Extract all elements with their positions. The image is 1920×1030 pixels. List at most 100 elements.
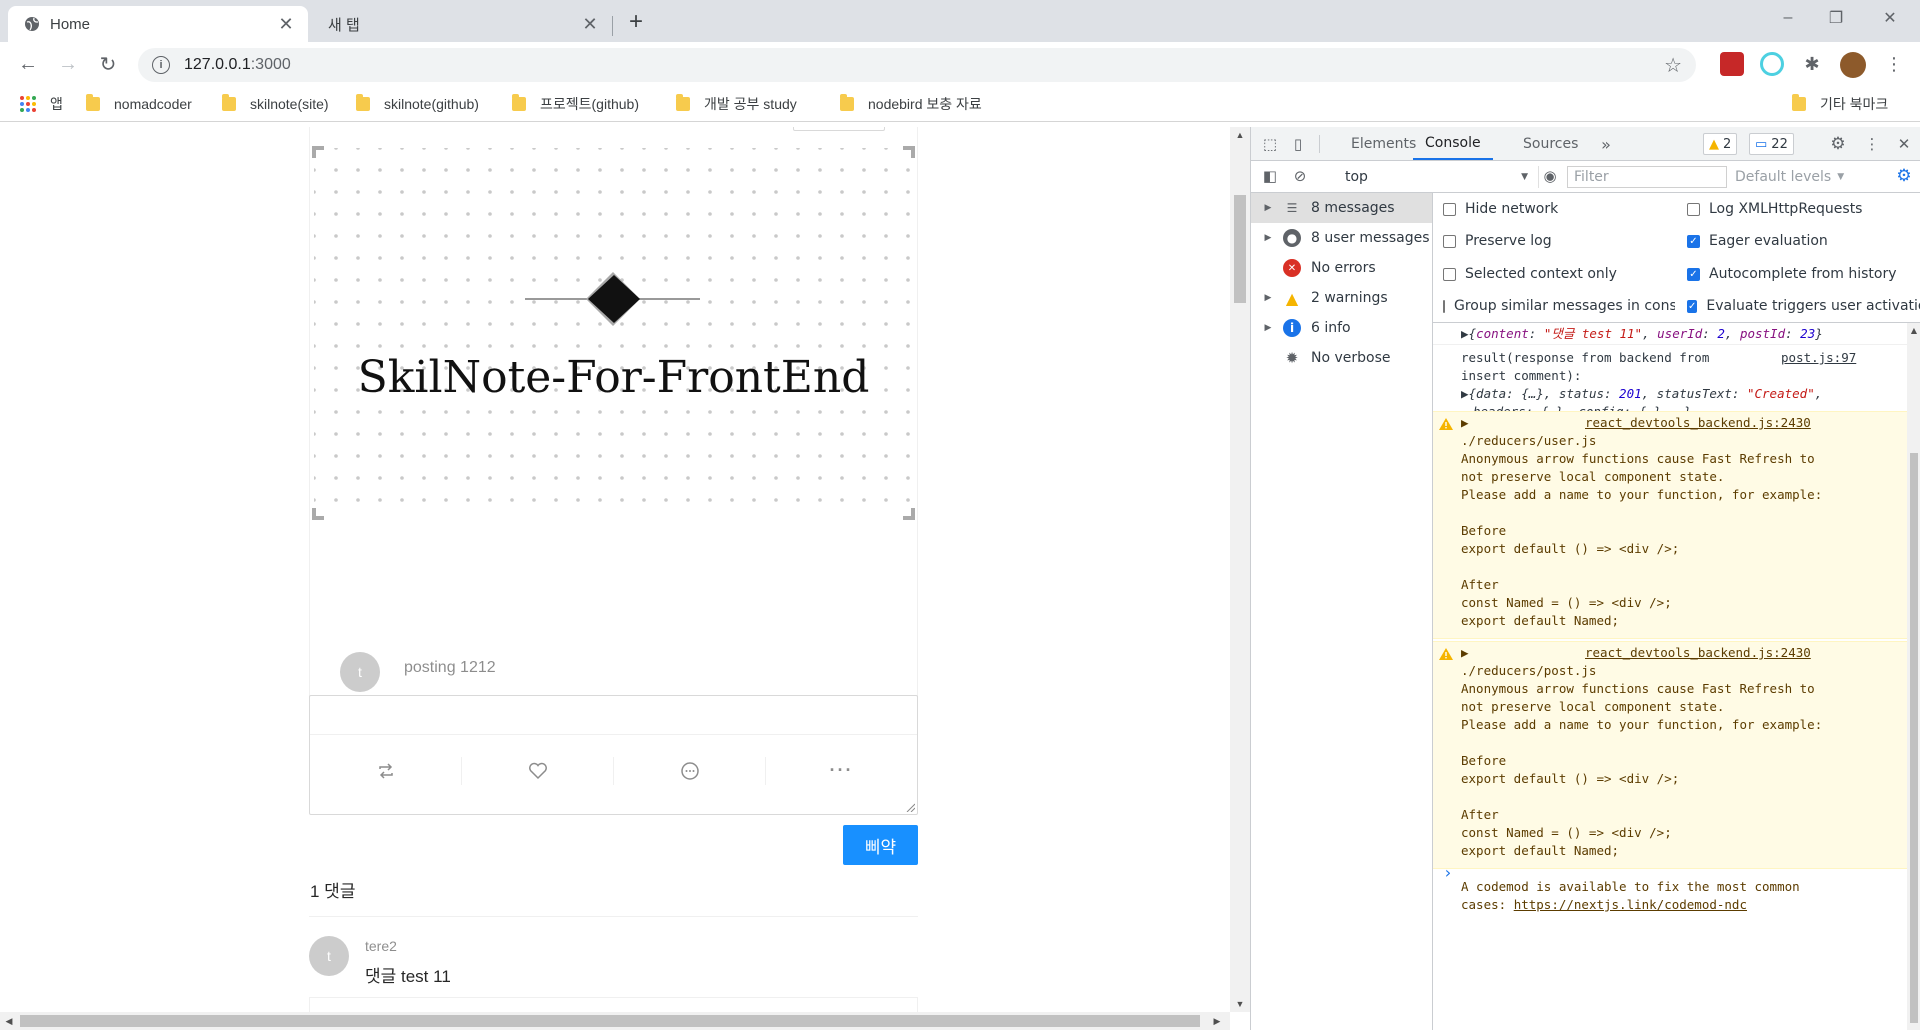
scroll-down-icon[interactable]: ▼ [1230, 996, 1250, 1012]
bookmark-apps[interactable]: 앱 [20, 92, 63, 116]
bookmark-folder[interactable]: skilnote(site) [222, 92, 329, 116]
avatar[interactable]: t [309, 936, 349, 976]
scroll-up-icon[interactable]: ▲ [1230, 127, 1250, 143]
page-vertical-scrollbar[interactable]: ▲ ▼ [1230, 127, 1250, 1012]
close-window-button[interactable]: ✕ [1862, 0, 1918, 36]
tab-elements[interactable]: Elements [1351, 127, 1416, 160]
checkbox[interactable]: ✓ [1687, 299, 1698, 313]
message-count-badge[interactable]: ▭ 22 [1749, 133, 1794, 155]
console-prompt[interactable]: › [1443, 863, 1453, 882]
expand-icon[interactable]: ▶ [1259, 233, 1277, 243]
log-text: result(response from backend from [1461, 350, 1710, 365]
sidebar-item-warnings[interactable]: ▶ ▲ 2 warnings [1251, 283, 1432, 313]
expandable-object[interactable]: ▶{content: "댓글 test 11", userId: 2, post… [1461, 325, 1823, 343]
comment-author[interactable]: tere2 [365, 938, 397, 954]
log-levels-select[interactable]: Default levels ▼ [1735, 166, 1844, 188]
sidebar-toggle-icon[interactable]: ◧ [1259, 165, 1281, 187]
codemod-link[interactable]: https://nextjs.link/codemod-ndc [1514, 897, 1747, 912]
extension-icon[interactable] [1720, 52, 1744, 76]
scroll-right-icon[interactable]: ▶ [1208, 1012, 1226, 1030]
checkbox[interactable] [1443, 234, 1456, 248]
forward-button[interactable]: → [54, 50, 82, 78]
bookmark-folder[interactable]: nomadcoder [86, 92, 192, 116]
tab-new[interactable]: 새 탭 ✕ [312, 6, 613, 42]
option-eager-eval[interactable]: ✓ Eager evaluation [1687, 233, 1828, 249]
sidebar-item-user-messages[interactable]: ▶ ● 8 user messages [1251, 223, 1432, 253]
maximize-button[interactable]: ❐ [1808, 0, 1864, 36]
back-button[interactable]: ← [14, 50, 42, 78]
gear-icon[interactable]: ⚙ [1827, 133, 1849, 155]
expand-icon[interactable]: ▶ [1461, 644, 1469, 662]
source-link[interactable]: react_devtools_backend.js:2430 [1585, 644, 1811, 662]
submit-comment-button[interactable]: 삐약 [843, 825, 918, 865]
checkbox[interactable]: ✓ [1687, 267, 1700, 281]
option-autocomplete[interactable]: ✓ Autocomplete from history [1687, 266, 1897, 282]
option-group-similar[interactable]: Group similar messages in console [1443, 298, 1675, 314]
apps-icon [20, 96, 36, 112]
comment-textarea[interactable] [309, 695, 918, 815]
device-toolbar-icon[interactable]: ▯ [1287, 133, 1309, 155]
sidebar-item-info[interactable]: ▶ i 6 info [1251, 313, 1432, 343]
option-evaluate-triggers[interactable]: ✓ Evaluate triggers user activation [1687, 298, 1920, 314]
reload-button[interactable]: ↻ [94, 50, 122, 78]
expand-icon[interactable]: ▶ [1259, 203, 1277, 213]
more-tabs-icon[interactable]: » [1595, 133, 1617, 155]
expandable-object[interactable]: ▶{data: {…}, status: 201, statusText: "C… [1461, 385, 1822, 403]
scroll-left-icon[interactable]: ◀ [0, 1012, 18, 1030]
puzzle-icon[interactable]: ✱ [1800, 52, 1824, 76]
warning-text: Before [1461, 523, 1507, 538]
scrollbar-thumb[interactable] [1234, 195, 1246, 303]
option-selected-context[interactable]: Selected context only [1443, 266, 1617, 282]
resize-handle-icon[interactable] [905, 802, 915, 812]
bookmark-folder[interactable]: skilnote(github) [356, 92, 479, 116]
kebab-menu-icon[interactable]: ⋮ [1861, 133, 1883, 155]
close-tab-icon[interactable]: ✕ [580, 14, 600, 34]
close-tab-icon[interactable]: ✕ [276, 14, 296, 34]
expand-icon[interactable]: ▶ [1259, 293, 1277, 303]
checkbox[interactable] [1443, 267, 1456, 281]
menu-icon[interactable]: ⋮ [1882, 52, 1906, 76]
page-horizontal-scrollbar[interactable]: ◀ ▶ [0, 1012, 1230, 1030]
scroll-up-icon[interactable]: ▲ [1907, 323, 1920, 337]
tab-home[interactable]: Home ✕ [8, 6, 308, 42]
checkbox[interactable] [1443, 202, 1456, 216]
tab-sources[interactable]: Sources [1523, 127, 1578, 160]
folder-icon [676, 94, 690, 111]
info-icon[interactable]: i [152, 56, 170, 74]
checkbox[interactable] [1687, 202, 1700, 216]
tab-console[interactable]: Console [1413, 127, 1493, 160]
console-scrollbar[interactable]: ▲ [1907, 323, 1920, 1030]
extension-icon[interactable] [1760, 52, 1784, 76]
filter-input[interactable]: Filter [1567, 166, 1727, 188]
new-tab-button[interactable]: + [622, 8, 650, 36]
clear-console-icon[interactable]: ⊘ [1289, 165, 1311, 187]
warning-count-badge[interactable]: ▲ 2 [1703, 133, 1738, 155]
console-settings-icon[interactable]: ⚙ [1893, 165, 1915, 187]
avatar-icon[interactable] [1840, 52, 1866, 78]
inspect-element-icon[interactable]: ⬚ [1259, 133, 1281, 155]
sidebar-item-errors[interactable]: ✕ No errors [1251, 253, 1432, 283]
expand-icon[interactable]: ▶ [1259, 323, 1277, 333]
bookmark-other[interactable]: 기타 북마크 [1792, 92, 1888, 116]
close-icon[interactable]: ✕ [1893, 133, 1915, 155]
sidebar-item-messages[interactable]: ▶ ☰ 8 messages [1251, 193, 1432, 223]
avatar[interactable]: t [340, 652, 380, 692]
scrollbar-thumb[interactable] [20, 1015, 1200, 1027]
checkbox[interactable]: ✓ [1687, 234, 1700, 248]
sidebar-item-verbose[interactable]: ✹ No verbose [1251, 343, 1432, 373]
bookmark-star-icon[interactable]: ☆ [1664, 53, 1682, 78]
checkbox[interactable] [1443, 299, 1445, 313]
bookmark-folder[interactable]: 개발 공부 study [676, 92, 797, 116]
option-preserve-log[interactable]: Preserve log [1443, 233, 1552, 249]
address-bar[interactable]: i 127.0.0.1:3000 ☆ [138, 48, 1696, 82]
scrollbar-thumb[interactable] [1910, 453, 1918, 1023]
option-hide-network[interactable]: Hide network [1443, 201, 1558, 217]
bookmark-folder[interactable]: 프로젝트(github) [512, 92, 639, 116]
bookmark-folder[interactable]: nodebird 보충 자료 [840, 92, 982, 116]
expand-icon[interactable]: ▶ [1461, 414, 1469, 432]
option-log-xhr[interactable]: Log XMLHttpRequests [1687, 201, 1862, 217]
eye-icon[interactable]: ◉ [1539, 165, 1561, 187]
source-link[interactable]: react_devtools_backend.js:2430 [1585, 414, 1811, 432]
source-link[interactable]: post.js:97 [1781, 349, 1856, 367]
context-select[interactable]: top ▼ [1339, 166, 1539, 188]
